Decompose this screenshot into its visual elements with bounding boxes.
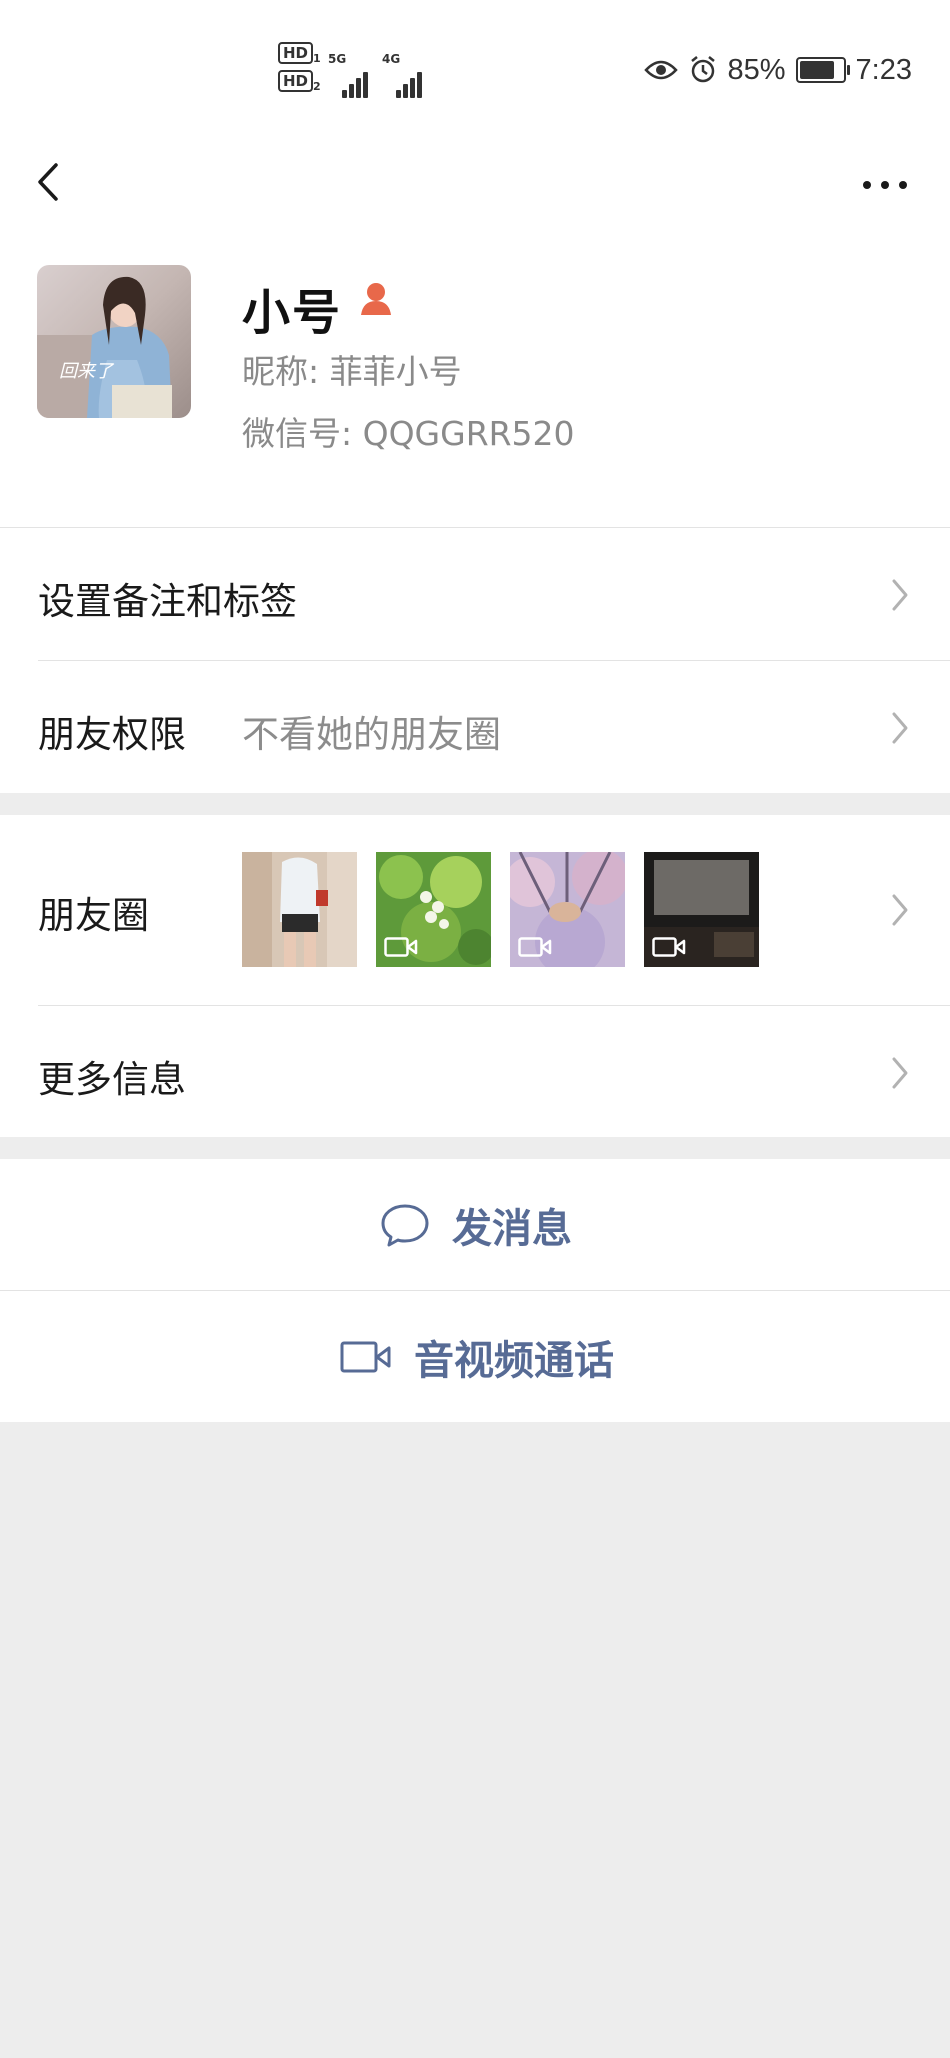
- friend-permission-value: 不看她的朋友圈: [242, 713, 501, 756]
- signal-4g-icon: 4G: [382, 52, 426, 98]
- friend-permission-label: 朋友权限: [38, 713, 186, 756]
- moments-thumbnail: [644, 852, 759, 967]
- divider: [38, 660, 950, 661]
- chevron-right-icon: [892, 1057, 908, 1089]
- more-icon[interactable]: [860, 165, 910, 205]
- alarm-icon: [690, 56, 715, 83]
- remark-tags-row[interactable]: 设置备注和标签: [0, 527, 950, 660]
- battery-percent: 85%: [727, 53, 786, 86]
- nav-bar: [0, 135, 950, 235]
- moments-label: 朋友圈: [38, 894, 149, 937]
- hd-indicator-2: HD 2: [278, 70, 321, 93]
- video-icon: [652, 937, 686, 957]
- signal-group: HD 1 HD 2 5G 4G: [278, 42, 458, 98]
- more-info-row[interactable]: 更多信息: [0, 1005, 950, 1137]
- video-camera-icon: [340, 1341, 391, 1372]
- divider: [38, 1005, 950, 1006]
- person-icon: [361, 283, 391, 315]
- video-icon: [518, 937, 552, 957]
- signal-5g-icon: 5G: [328, 52, 368, 98]
- moments-thumbnail: [242, 852, 357, 967]
- moments-thumbnail: [376, 852, 491, 967]
- send-message-button[interactable]: 发消息: [0, 1159, 950, 1290]
- more-info-label: 更多信息: [38, 1058, 186, 1101]
- send-message-label: 发消息: [452, 1205, 572, 1252]
- chevron-right-icon: [892, 894, 908, 926]
- video-call-content: 音视频通话: [340, 1291, 614, 1422]
- chevron-right-icon: [892, 579, 908, 611]
- back-arrow-icon[interactable]: [28, 147, 68, 217]
- status-right: 85% 7:23: [643, 50, 912, 90]
- moments-row[interactable]: 朋友圈: [0, 815, 950, 1005]
- hd-indicator-1: HD 1: [278, 42, 321, 65]
- profile-header: 回来了 小号 昵称: 菲菲小号 微信号: QQGGRR520: [0, 235, 950, 527]
- video-call-label: 音视频通话: [414, 1337, 614, 1384]
- video-icon: [384, 937, 418, 957]
- eye-icon: [643, 60, 678, 80]
- contact-name: 小号: [242, 285, 343, 341]
- status-bar: HD 1 HD 2 5G 4G 85% 7:23: [0, 0, 950, 135]
- nickname: 昵称: 菲菲小号: [242, 352, 462, 391]
- battery-icon: [795, 57, 850, 83]
- chat-bubble-icon: [381, 1204, 429, 1246]
- friend-permission-row[interactable]: 朋友权限 不看她的朋友圈: [0, 660, 950, 793]
- wechat-id: 微信号: QQGGRR520: [242, 414, 575, 453]
- clock: 7:23: [855, 53, 912, 86]
- chevron-right-icon: [892, 712, 908, 744]
- divider: [0, 527, 950, 528]
- send-message-content: 发消息: [380, 1159, 572, 1290]
- moments-thumbnail: [510, 852, 625, 967]
- avatar-caption: 回来了: [59, 361, 115, 382]
- avatar[interactable]: 回来了: [37, 265, 191, 418]
- remark-tags-label: 设置备注和标签: [38, 580, 297, 623]
- video-call-button[interactable]: 音视频通话: [0, 1290, 950, 1422]
